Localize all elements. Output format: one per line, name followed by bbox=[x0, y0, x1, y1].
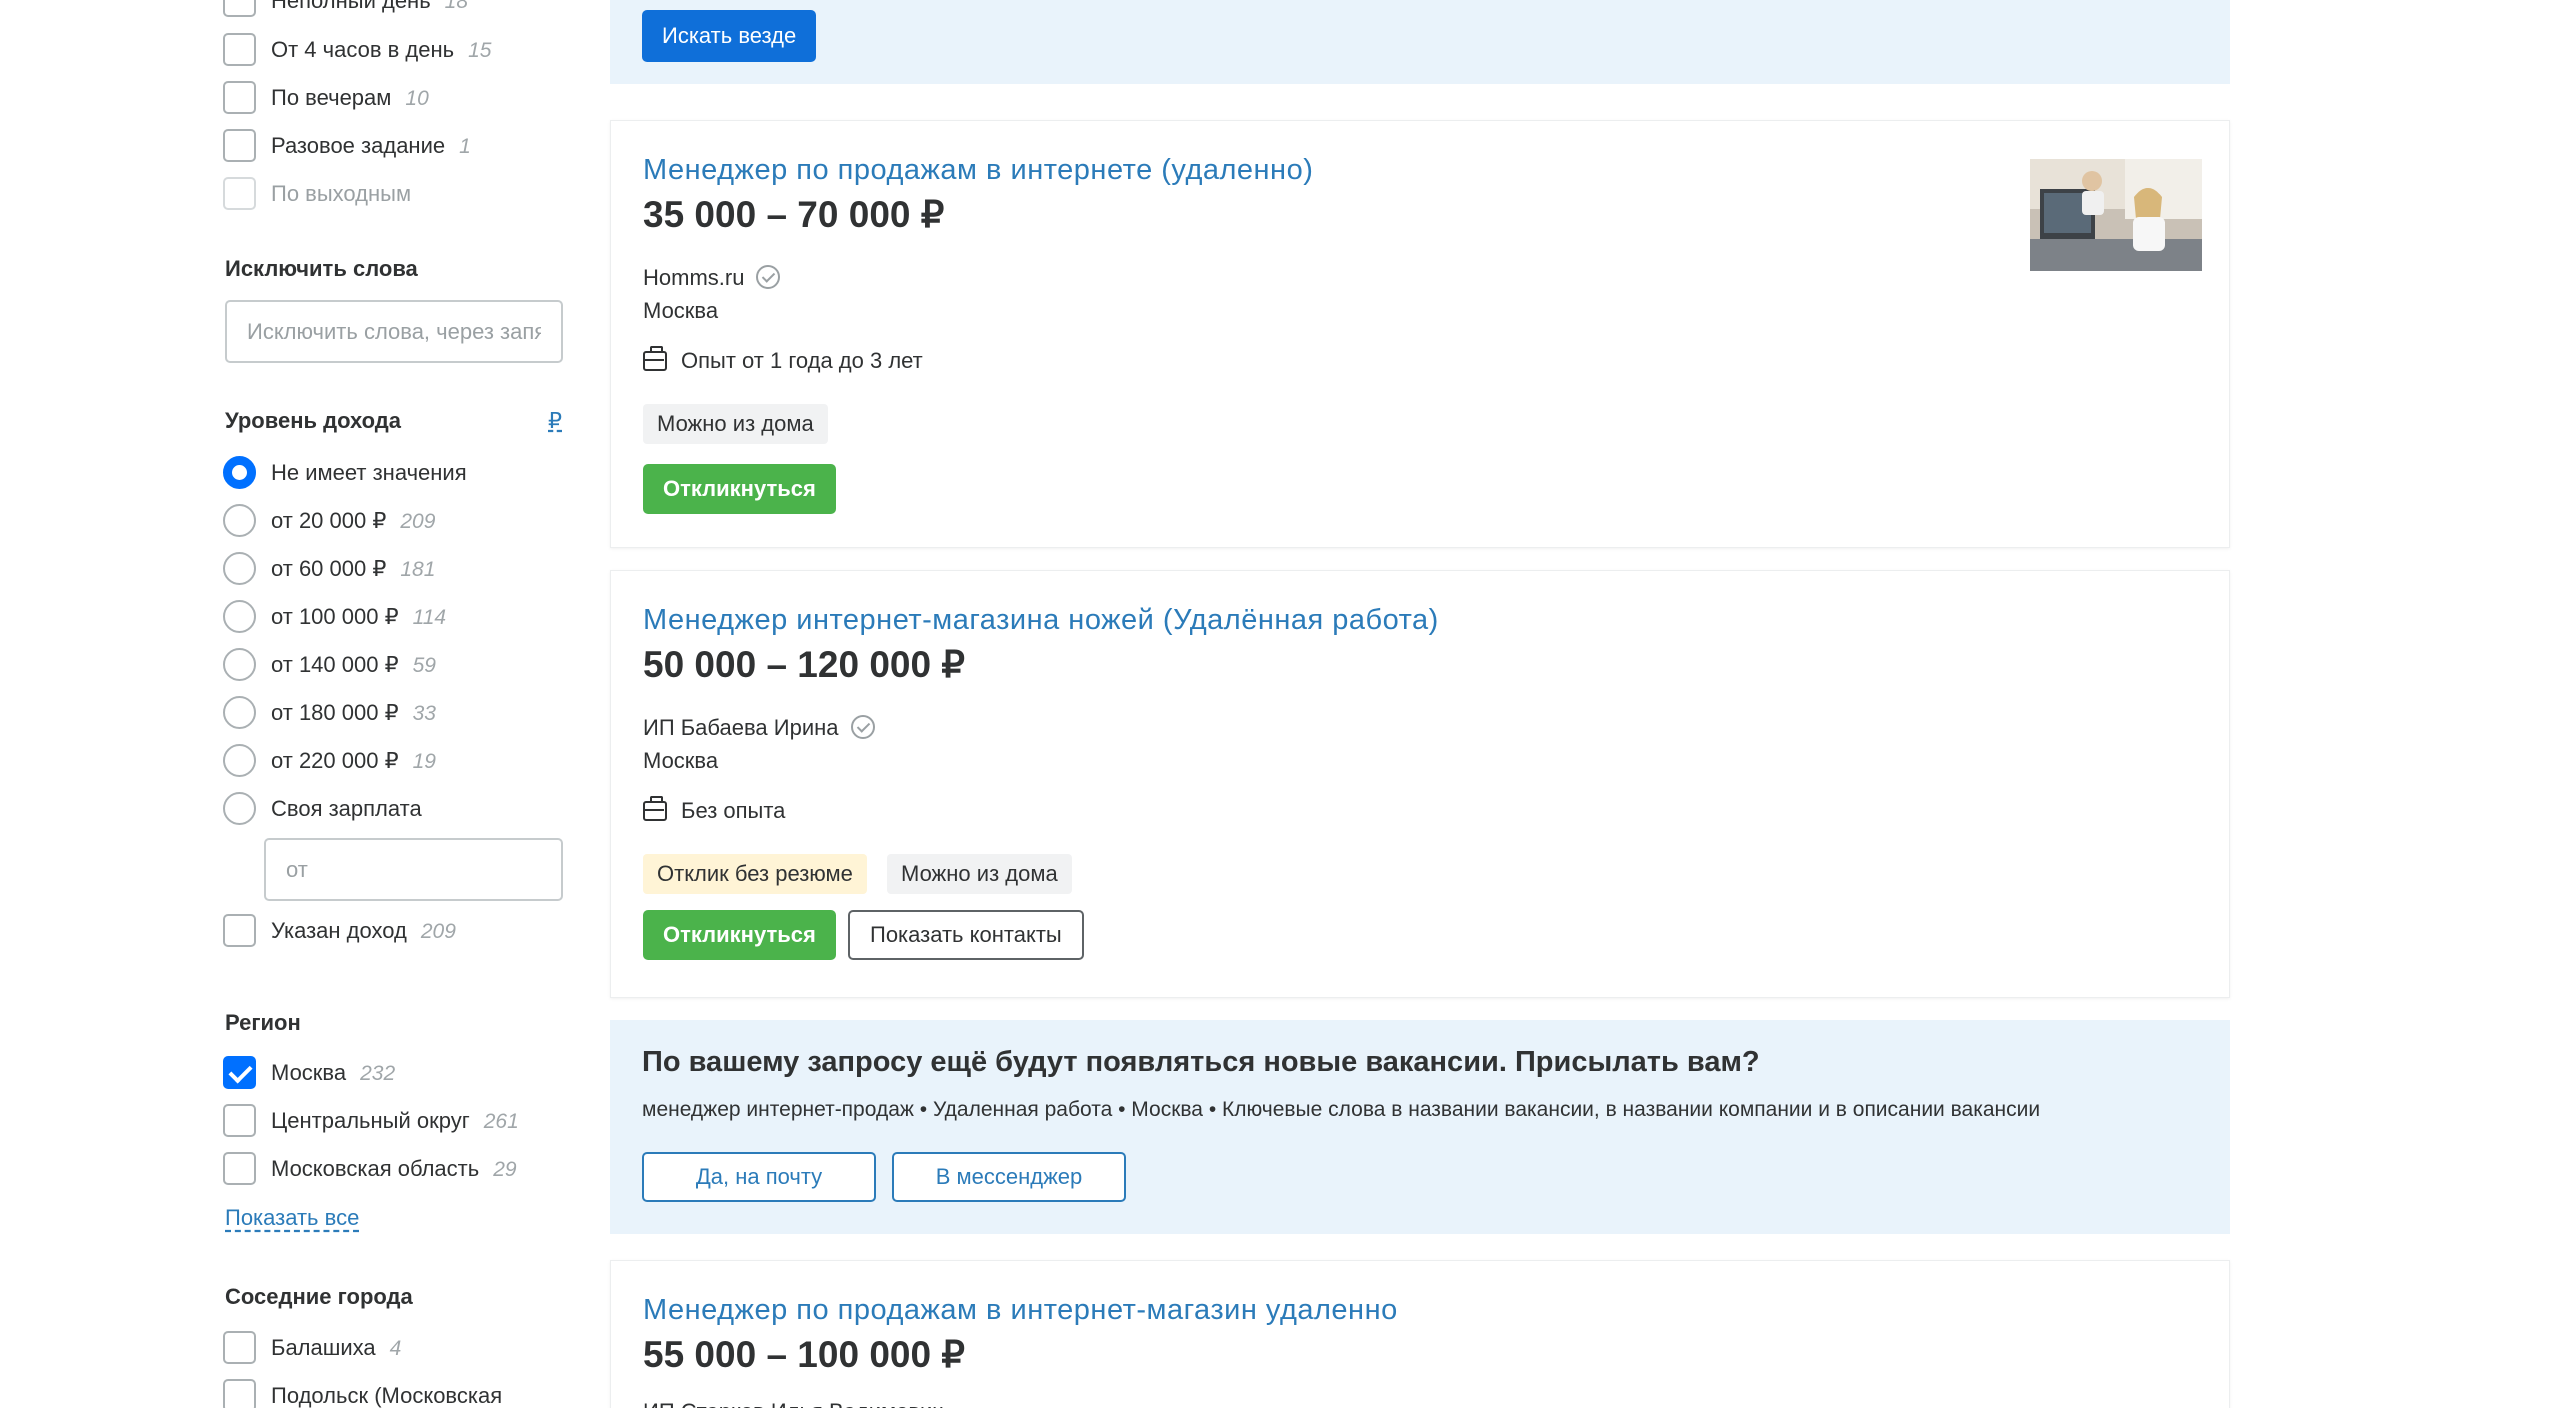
briefcase-icon bbox=[643, 346, 667, 371]
apply-button[interactable]: Откликнуться bbox=[643, 464, 836, 514]
subscribe-query: менеджер интернет-продаж • Удаленная раб… bbox=[642, 1098, 2041, 1121]
vacancy-company: ИП Старков Илья Вадимович bbox=[643, 1399, 944, 1408]
vacancy-experience: Без опыта bbox=[643, 796, 785, 824]
tag-remote: Можно из дома bbox=[643, 404, 828, 444]
search-everywhere-banner: Искать везде bbox=[610, 0, 2230, 84]
company-link[interactable]: Homms.ru bbox=[643, 265, 744, 290]
vacancy-city: Москва bbox=[643, 748, 719, 773]
company-link[interactable]: ИП Старков Илья Вадимович bbox=[643, 1399, 944, 1408]
vacancy-company: Homms.ru bbox=[643, 265, 781, 291]
subscribe-messenger-button[interactable]: В мессенджер bbox=[892, 1152, 1126, 1202]
verified-icon bbox=[756, 265, 781, 289]
vacancy-city: Москва bbox=[643, 298, 719, 323]
tag-no-resume: Отклик без резюме bbox=[643, 854, 867, 894]
vacancy-card: Менеджер по продажам в интернет-магазин … bbox=[610, 1260, 2230, 1408]
apply-button[interactable]: Откликнуться bbox=[643, 910, 836, 960]
vacancy-title-link[interactable]: Менеджер интернет-магазина ножей (Удалён… bbox=[643, 604, 1439, 637]
company-photo bbox=[2030, 159, 2202, 271]
verified-icon bbox=[850, 715, 875, 739]
subscribe-banner: По вашему запросу ещё будут появляться н… bbox=[610, 1020, 2230, 1234]
tag-remote: Можно из дома bbox=[887, 854, 1072, 894]
vacancy-title-link[interactable]: Менеджер по продажам в интернет-магазин … bbox=[643, 1294, 1398, 1327]
vacancy-salary: 35 000 – 70 000 ₽ bbox=[643, 194, 945, 235]
vacancy-card: Менеджер интернет-магазина ножей (Удалён… bbox=[610, 570, 2230, 998]
subscribe-email-button[interactable]: Да, на почту bbox=[642, 1152, 876, 1202]
briefcase-icon bbox=[643, 796, 667, 821]
vacancy-card: Менеджер по продажам в интернете (удален… bbox=[610, 120, 2230, 548]
subscribe-title: По вашему запросу ещё будут появляться н… bbox=[642, 1046, 1760, 1078]
results-column: Искать везде Менеджер по продажам в инте… bbox=[0, 0, 2560, 1408]
search-everywhere-button[interactable]: Искать везде bbox=[642, 10, 817, 62]
vacancy-title-link[interactable]: Менеджер по продажам в интернете (удален… bbox=[643, 154, 1313, 187]
company-link[interactable]: ИП Бабаева Ирина bbox=[643, 715, 839, 740]
vacancy-salary: 55 000 – 100 000 ₽ bbox=[643, 1334, 965, 1375]
show-contacts-button[interactable]: Показать контакты bbox=[848, 910, 1084, 960]
vacancy-company: ИП Бабаева Ирина bbox=[643, 715, 875, 741]
vacancy-salary: 50 000 – 120 000 ₽ bbox=[643, 644, 965, 685]
vacancy-experience: Опыт от 1 года до 3 лет bbox=[643, 346, 923, 374]
